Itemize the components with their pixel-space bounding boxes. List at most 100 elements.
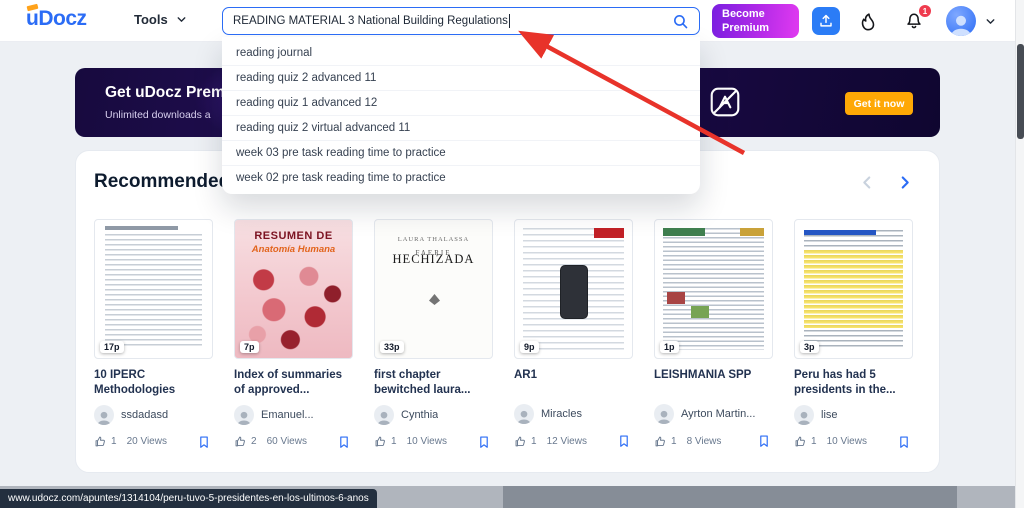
udocz-logo[interactable]: uDocz: [26, 7, 87, 31]
author-avatar: [794, 405, 814, 425]
account-chevron-down-icon[interactable]: [984, 15, 997, 28]
document-title[interactable]: 10 IPERC Methodologies: [94, 368, 213, 398]
suggestion-label: reading quiz 2 virtual advanced 11: [236, 122, 410, 134]
notification-badge: 1: [919, 5, 931, 17]
suggestion-label: week 03 pre task reading time to practic…: [236, 147, 446, 159]
document-thumbnail[interactable]: 17p: [94, 219, 213, 359]
get-it-now-button[interactable]: Get it now: [845, 92, 913, 115]
recommended-section: Recommended 17p 10 IPERC Methodologies s…: [75, 150, 940, 473]
card-footer: 1 8 Views: [654, 433, 773, 449]
like-count: 1: [531, 436, 537, 447]
card-footer: 1 12 Views: [514, 433, 633, 449]
scrollbar-thumb[interactable]: [1017, 44, 1024, 139]
document-thumbnail[interactable]: LAURA THALASSAHECHIZADAFAERIE 33p: [374, 219, 493, 359]
document-title[interactable]: AR1: [514, 368, 633, 397]
author-name[interactable]: Ayrton Martin...: [681, 408, 755, 420]
document-title[interactable]: LEISHMANIA SPP: [654, 368, 773, 397]
user-avatar[interactable]: [946, 6, 976, 36]
streak-flame-icon[interactable]: [857, 9, 879, 33]
carousel-controls: [859, 174, 913, 191]
footer-strip-block: [503, 486, 957, 508]
bookmark-icon[interactable]: [897, 434, 911, 450]
upload-icon: [818, 13, 834, 29]
search-input[interactable]: READING MATERIAL 3 National Building Reg…: [222, 7, 700, 35]
page-count-badge: 1p: [660, 341, 679, 353]
document-title[interactable]: first chapter bewitched laura...: [374, 368, 493, 398]
author-name[interactable]: Emanuel...: [261, 409, 314, 421]
bookmark-icon[interactable]: [197, 434, 211, 450]
like-count: 1: [391, 436, 397, 447]
author-row[interactable]: Cynthia: [374, 405, 493, 425]
person-icon: [946, 10, 976, 36]
author-avatar: [94, 405, 114, 425]
author-row[interactable]: Miracles: [514, 404, 633, 424]
bookmark-icon[interactable]: [477, 434, 491, 450]
page-scrollbar[interactable]: [1015, 0, 1024, 508]
author-name[interactable]: Cynthia: [401, 409, 438, 421]
no-ads-icon: [708, 85, 742, 119]
thumbs-up-icon[interactable]: [94, 435, 107, 448]
search-suggestion-item[interactable]: week 03 pre task reading time to practic…: [222, 140, 700, 165]
notifications-button[interactable]: 1: [903, 8, 927, 34]
author-avatar: [374, 405, 394, 425]
page-count-badge: 33p: [380, 341, 404, 353]
search-suggestion-item[interactable]: reading quiz 1 advanced 12: [222, 90, 700, 115]
thumbs-up-icon[interactable]: [794, 435, 807, 448]
document-thumbnail[interactable]: 9p: [514, 219, 633, 359]
text-caret: [509, 14, 511, 28]
person-icon: [654, 407, 674, 424]
upload-button[interactable]: [812, 7, 840, 35]
chevron-down-icon: [175, 13, 188, 26]
like-count: 1: [811, 436, 817, 447]
document-thumbnail[interactable]: 1p: [654, 219, 773, 359]
bookmark-icon[interactable]: [617, 433, 631, 449]
document-card[interactable]: 1p LEISHMANIA SPP Ayrton Martin... 1 8 V…: [654, 219, 773, 450]
thumbs-up-icon[interactable]: [514, 435, 527, 448]
document-card[interactable]: 17p 10 IPERC Methodologies ssdadasd 1 20…: [94, 219, 213, 450]
views-count: 20 Views: [127, 436, 167, 447]
suggestion-label: week 02 pre task reading time to practic…: [236, 172, 446, 184]
search-suggestion-item[interactable]: reading quiz 2 advanced 11: [222, 65, 700, 90]
author-name[interactable]: ssdadasd: [121, 409, 168, 421]
author-row[interactable]: lise: [794, 405, 913, 425]
tools-menu[interactable]: Tools: [134, 12, 188, 27]
views-count: 12 Views: [547, 436, 587, 447]
thumbnail-text: LAURA THALASSAHECHIZADAFAERIE: [375, 220, 492, 267]
suggestion-label: reading journal: [236, 47, 312, 59]
section-title: Recommended: [94, 171, 230, 193]
document-thumbnail[interactable]: 3p: [794, 219, 913, 359]
document-title[interactable]: Peru has had 5 presidents in the...: [794, 368, 913, 398]
views-count: 10 Views: [407, 436, 447, 447]
bookmark-icon[interactable]: [337, 434, 351, 450]
document-card[interactable]: LAURA THALASSAHECHIZADAFAERIE 33p first …: [374, 219, 493, 450]
document-thumbnail[interactable]: RESUMEN DEAnatomía Humana 7p: [234, 219, 353, 359]
like-count: 1: [111, 436, 117, 447]
thumbs-up-icon[interactable]: [374, 435, 387, 448]
author-name[interactable]: Miracles: [541, 408, 582, 420]
author-row[interactable]: Emanuel...: [234, 405, 353, 425]
views-count: 8 Views: [687, 436, 722, 447]
document-card[interactable]: 9p AR1 Miracles 1 12 Views: [514, 219, 633, 450]
cards-row: 17p 10 IPERC Methodologies ssdadasd 1 20…: [76, 193, 939, 450]
document-card[interactable]: RESUMEN DEAnatomía Humana 7p Index of su…: [234, 219, 353, 450]
thumbs-up-icon[interactable]: [234, 435, 247, 448]
become-premium-button[interactable]: Become Premium: [712, 4, 799, 38]
author-row[interactable]: ssdadasd: [94, 405, 213, 425]
author-name[interactable]: lise: [821, 409, 838, 421]
person-icon: [374, 408, 394, 425]
search-value: READING MATERIAL 3 National Building Reg…: [233, 15, 508, 27]
document-title[interactable]: Index of summaries of approved...: [234, 368, 353, 398]
search-suggestion-item[interactable]: reading quiz 2 virtual advanced 11: [222, 115, 700, 140]
carousel-next-icon[interactable]: [896, 174, 913, 191]
page-count-badge: 3p: [800, 341, 819, 353]
search-suggestion-item[interactable]: week 02 pre task reading time to practic…: [222, 165, 700, 190]
thumbs-up-icon[interactable]: [654, 435, 667, 448]
search-suggestion-item[interactable]: reading journal: [222, 41, 700, 65]
document-card[interactable]: 3p Peru has had 5 presidents in the... l…: [794, 219, 913, 450]
search-icon[interactable]: [672, 13, 689, 30]
carousel-prev-icon[interactable]: [859, 174, 876, 191]
author-row[interactable]: Ayrton Martin...: [654, 404, 773, 424]
views-count: 60 Views: [267, 436, 307, 447]
suggestion-label: reading quiz 2 advanced 11: [236, 72, 376, 84]
bookmark-icon[interactable]: [757, 433, 771, 449]
